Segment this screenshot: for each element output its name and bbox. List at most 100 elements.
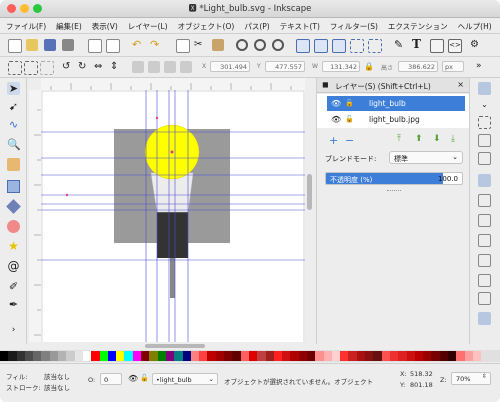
align-icon[interactable]: [430, 39, 444, 53]
visibility-eye-icon[interactable]: 👁: [331, 115, 341, 124]
palette-swatch[interactable]: [16, 351, 25, 361]
snap-paths-icon[interactable]: [478, 194, 491, 207]
palette-swatch[interactable]: [41, 351, 50, 361]
stroke-value[interactable]: 該当なし: [44, 382, 70, 392]
select-all-icon[interactable]: [8, 61, 22, 75]
drawing-canvas[interactable]: [41, 90, 305, 344]
vertical-scrollbar[interactable]: [305, 78, 315, 344]
palette-swatch[interactable]: [273, 351, 283, 361]
remove-layer-icon[interactable]: −: [345, 134, 354, 147]
raise-layer-top-icon[interactable]: ⤒: [397, 134, 401, 144]
palette-swatch[interactable]: [282, 351, 291, 361]
zoom-selection-icon[interactable]: [236, 39, 248, 51]
palette-swatch[interactable]: [373, 351, 382, 361]
horizontal-scrollbar[interactable]: [29, 342, 305, 350]
lower-layer-bottom-icon[interactable]: ⤓: [451, 134, 455, 144]
lower-icon[interactable]: [164, 61, 176, 73]
lower-layer-icon[interactable]: ⬇: [433, 134, 441, 144]
pen-tool-icon[interactable]: ✒: [7, 298, 20, 311]
dock-resize-grip[interactable]: [387, 190, 401, 193]
export-icon[interactable]: [106, 39, 120, 53]
unit-select[interactable]: px: [442, 61, 464, 72]
snap-bbox-edges-icon[interactable]: [478, 134, 491, 147]
palette-swatch[interactable]: [323, 351, 332, 361]
add-layer-icon[interactable]: +: [329, 134, 338, 147]
current-layer-select[interactable]: •light_bulb ⌄: [152, 373, 218, 385]
palette-swatch[interactable]: [472, 351, 482, 361]
menu-text[interactable]: テキスト(T): [274, 18, 324, 33]
palette-swatch[interactable]: [414, 351, 424, 361]
palette-swatch[interactable]: [456, 351, 465, 361]
vertical-scroll-thumb[interactable]: [307, 174, 312, 210]
palette-swatch[interactable]: [232, 351, 241, 361]
palette-swatch[interactable]: [141, 351, 150, 361]
raise-icon[interactable]: [148, 61, 160, 73]
palette-swatch[interactable]: [91, 351, 100, 361]
palette-swatch[interactable]: [149, 351, 158, 361]
opacity-slider[interactable]: 不透明度 (%) 100.0: [325, 172, 463, 185]
snap-page-icon[interactable]: [478, 312, 491, 325]
palette-swatch[interactable]: [132, 351, 142, 361]
lock-open-icon[interactable]: 🔓: [345, 115, 354, 123]
palette-swatch[interactable]: [348, 351, 357, 361]
text-tool-icon[interactable]: T: [412, 38, 424, 50]
ungroup-icon[interactable]: [368, 39, 382, 53]
palette-swatch[interactable]: [49, 351, 59, 361]
eye-icon[interactable]: 👁: [128, 374, 138, 383]
palette-swatch[interactable]: [207, 351, 216, 361]
cut-icon[interactable]: ✂: [194, 39, 206, 51]
rectangle-tool-icon[interactable]: [7, 180, 20, 193]
lock-icon[interactable]: 🔓: [140, 374, 149, 382]
menu-view[interactable]: 表示(V): [86, 18, 122, 33]
star-tool-icon[interactable]: ★: [7, 240, 20, 253]
measure-tool-icon[interactable]: [7, 158, 20, 171]
palette-swatch[interactable]: [190, 351, 200, 361]
menu-path[interactable]: パス(P): [238, 18, 273, 33]
menu-extensions[interactable]: エクステンション: [382, 18, 452, 33]
palette-swatch[interactable]: [431, 351, 440, 361]
spiral-tool-icon[interactable]: @: [7, 260, 20, 273]
palette-swatch[interactable]: [107, 351, 117, 361]
palette-swatch[interactable]: [389, 351, 399, 361]
menu-layer[interactable]: レイヤー(L): [122, 18, 172, 33]
menu-object[interactable]: オブジェクト(O): [172, 18, 239, 33]
paste-icon[interactable]: [212, 39, 224, 51]
zoom-page-icon[interactable]: [272, 39, 284, 51]
palette-swatch[interactable]: [398, 351, 407, 361]
xml-editor-icon[interactable]: <>: [448, 39, 462, 53]
palette-swatch[interactable]: [74, 351, 83, 361]
rotate-ccw-icon[interactable]: ↺: [62, 61, 74, 73]
more-tools-icon[interactable]: ›: [7, 324, 20, 337]
palette-swatch[interactable]: [224, 351, 233, 361]
layer-row-light-bulb-jpg[interactable]: 👁 🔓 light_bulb.jpg: [327, 112, 465, 127]
palette-swatch[interactable]: [240, 351, 249, 361]
object-opacity-field[interactable]: 0: [100, 373, 122, 385]
undo-icon[interactable]: ↶: [132, 39, 144, 51]
palette-swatch[interactable]: [82, 351, 92, 361]
import-icon[interactable]: [88, 39, 102, 53]
palette-swatch[interactable]: [464, 351, 473, 361]
bulb-stem[interactable]: [170, 258, 175, 298]
visibility-eye-icon[interactable]: 👁: [331, 99, 341, 108]
palette-swatch[interactable]: [257, 351, 266, 361]
palette-swatch[interactable]: [331, 351, 341, 361]
raise-to-top-icon[interactable]: [132, 61, 144, 73]
lock-ratio-icon[interactable]: 🔒: [364, 61, 376, 73]
palette-swatch[interactable]: [0, 351, 9, 361]
select-all-layers-icon[interactable]: [24, 61, 38, 75]
fill-stroke-icon[interactable]: ✎: [394, 39, 406, 51]
zoom-field[interactable]: 70% ⇳: [451, 372, 491, 385]
palette-swatch[interactable]: [99, 351, 108, 361]
menu-filters[interactable]: フィルター(S): [324, 18, 382, 33]
palette-swatch[interactable]: [315, 351, 324, 361]
palette-swatch[interactable]: [116, 351, 125, 361]
snap-bbox-icon[interactable]: [478, 116, 491, 129]
menu-file[interactable]: ファイル(F): [0, 18, 50, 33]
palette-swatch[interactable]: [66, 351, 75, 361]
group-icon[interactable]: [350, 39, 364, 53]
horizontal-scroll-thumb[interactable]: [145, 344, 205, 348]
palette-swatch[interactable]: [174, 351, 183, 361]
menu-help[interactable]: ヘルプ(H): [452, 18, 496, 33]
ellipse-tool-icon[interactable]: [7, 220, 20, 233]
save-icon[interactable]: [44, 39, 56, 51]
